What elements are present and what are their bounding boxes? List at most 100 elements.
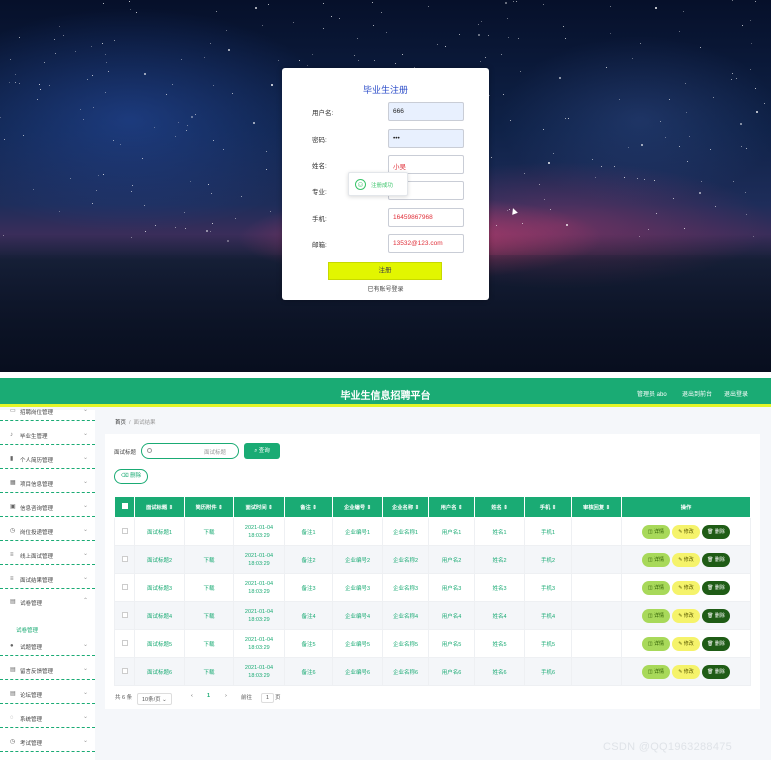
- column-header[interactable]: 企业编号 ⇕: [332, 496, 383, 518]
- breadcrumb-current: 面试结果: [133, 420, 156, 426]
- chevron-icon: ⌄: [83, 666, 89, 672]
- prev-page-button[interactable]: ‹: [191, 693, 193, 699]
- sidebar-item[interactable]: ▣ 信息咨询管理 ⌄: [0, 497, 95, 517]
- download-link[interactable]: 下载: [184, 629, 234, 658]
- star: [655, 213, 657, 215]
- detail-button[interactable]: ◫ 详情: [642, 552, 670, 567]
- sidebar-item[interactable]: ≡ 面试结果管理 ⌄: [0, 569, 95, 589]
- row-delete-button[interactable]: 🗑 删除: [702, 552, 730, 567]
- next-page-button[interactable]: ›: [225, 693, 227, 699]
- row-checkbox-cell[interactable]: [114, 657, 135, 686]
- register-field-input[interactable]: 666: [388, 102, 464, 121]
- row-checkbox[interactable]: [121, 555, 128, 562]
- chevron-icon: ⌄: [83, 551, 89, 557]
- row-checkbox-cell[interactable]: [114, 601, 135, 630]
- search-input[interactable]: 面试标题: [141, 443, 239, 459]
- row-delete-button[interactable]: 🗑 删除: [702, 664, 730, 679]
- goto-input[interactable]: 1: [261, 693, 275, 703]
- sidebar-item[interactable]: ≡ 线上面试管理 ⌄: [0, 545, 95, 565]
- register-field-input[interactable]: 16459867968: [388, 208, 464, 227]
- download-link[interactable]: 下载: [184, 657, 234, 686]
- sidebar-item[interactable]: ◷ 岗位投递管理 ⌄: [0, 521, 95, 541]
- action-label: 修改: [683, 528, 694, 535]
- edit-button[interactable]: ✎ 修改: [672, 580, 700, 595]
- sidebar-item[interactable]: ● 试题管理 ⌄: [0, 636, 95, 656]
- row-delete-button[interactable]: 🗑 删除: [702, 608, 730, 623]
- download-link[interactable]: 下载: [184, 545, 234, 574]
- sidebar-subitem-exam-paper[interactable]: 试卷管理: [16, 626, 38, 634]
- row-checkbox[interactable]: [121, 583, 128, 590]
- sidebar-item[interactable]: ▮ 个人简历管理 ⌄: [0, 449, 95, 469]
- detail-button[interactable]: ◫ 详情: [642, 664, 670, 679]
- batch-delete-button[interactable]: ⌫ 删除: [114, 469, 148, 484]
- admin-user: 管理员 abo: [637, 392, 667, 398]
- table-row: 面试标题1 下载 2021-01-04 18:03:29 备注1 企业编号1 企业名称1 用…: [114, 517, 751, 546]
- edit-button[interactable]: ✎ 修改: [672, 636, 700, 651]
- page-size-select[interactable]: 10条/页 ⌄: [137, 693, 172, 705]
- detail-button[interactable]: ◫ 详情: [642, 580, 670, 595]
- column-header[interactable]: 面试标题 ⇕: [134, 496, 185, 518]
- row-checkbox-cell[interactable]: [114, 629, 135, 658]
- chevron-icon: ⌄: [83, 690, 89, 696]
- column-header[interactable]: 企业名称 ⇕: [382, 496, 429, 518]
- row-checkbox-cell[interactable]: [114, 517, 135, 546]
- sidebar-item[interactable]: ▤ 留言反馈管理 ⌄: [0, 660, 95, 680]
- column-header[interactable]: 手机 ⇕: [524, 496, 572, 518]
- edit-button[interactable]: ✎ 修改: [672, 664, 700, 679]
- detail-button[interactable]: ◫ 详情: [642, 524, 670, 539]
- goto-unit: 页: [275, 695, 281, 701]
- star: [477, 23, 479, 25]
- table-cell: 手机2: [524, 545, 572, 574]
- column-header[interactable]: 姓名 ⇕: [474, 496, 525, 518]
- chevron-icon: ⌄: [83, 714, 89, 720]
- download-link[interactable]: 下载: [184, 601, 234, 630]
- back-to-front-link[interactable]: 退出到前台: [682, 389, 712, 398]
- row-delete-button[interactable]: 🗑 删除: [702, 580, 730, 595]
- detail-button[interactable]: ◫ 详情: [642, 608, 670, 623]
- download-link[interactable]: 下载: [184, 573, 234, 602]
- edit-button[interactable]: ✎ 修改: [672, 524, 700, 539]
- sidebar-item[interactable]: ▤ 论坛管理 ⌄: [0, 684, 95, 704]
- column-header[interactable]: 审核回复 ⇕: [571, 496, 622, 518]
- sidebar-item[interactable]: ▦ 项目信息管理 ⌄: [0, 473, 95, 493]
- sidebar-item[interactable]: ♪ 毕业生管理 ⌄: [0, 425, 95, 445]
- register-field-input[interactable]: •••: [388, 129, 464, 148]
- star: [436, 43, 438, 45]
- query-button[interactable]: ⌕ 查询: [244, 443, 280, 459]
- page-number-current[interactable]: 1: [207, 693, 210, 699]
- column-header[interactable]: 备注 ⇕: [284, 496, 333, 518]
- star: [502, 93, 504, 95]
- row-checkbox[interactable]: [121, 527, 128, 534]
- star: [742, 25, 744, 27]
- edit-button[interactable]: ✎ 修改: [672, 552, 700, 567]
- action-label: 删除: [714, 556, 725, 563]
- row-checkbox-cell[interactable]: [114, 545, 135, 574]
- row-checkbox[interactable]: [121, 639, 128, 646]
- column-header[interactable]: 面试时间 ⇕: [233, 496, 285, 518]
- download-link[interactable]: 下载: [184, 517, 234, 546]
- column-header[interactable]: 简历附件 ⇕: [184, 496, 234, 518]
- row-checkbox[interactable]: [121, 611, 128, 618]
- select-all-checkbox[interactable]: [114, 496, 135, 518]
- logout-link[interactable]: 退出登录: [724, 389, 748, 398]
- star: [627, 147, 629, 149]
- row-delete-button[interactable]: 🗑 删除: [702, 636, 730, 651]
- edit-button[interactable]: ✎ 修改: [672, 608, 700, 623]
- breadcrumb-home[interactable]: 首页: [115, 420, 126, 426]
- row-checkbox-cell[interactable]: [114, 573, 135, 602]
- row-checkbox[interactable]: [121, 667, 128, 674]
- sidebar-item[interactable]: ▤ 试卷管理 ⌃: [0, 592, 95, 612]
- sidebar-item[interactable]: ◷ 考试管理 ⌄: [0, 732, 95, 752]
- register-field-input[interactable]: 13532@123.com: [388, 234, 464, 253]
- star: [54, 53, 56, 55]
- register-button[interactable]: 注册: [328, 262, 442, 280]
- action-label: 删除: [714, 668, 725, 675]
- sidebar-item[interactable]: ◌ 系统管理 ⌄: [0, 708, 95, 728]
- column-header[interactable]: 操作: [621, 496, 751, 518]
- star: [754, 88, 756, 90]
- sidebar-item[interactable]: ▭ 招聘岗位管理 ⌄: [0, 401, 95, 421]
- detail-button[interactable]: ◫ 详情: [642, 636, 670, 651]
- row-delete-button[interactable]: 🗑 删除: [702, 524, 730, 539]
- column-header[interactable]: 用户名 ⇕: [428, 496, 475, 518]
- login-link[interactable]: 已有账号登录: [282, 284, 489, 293]
